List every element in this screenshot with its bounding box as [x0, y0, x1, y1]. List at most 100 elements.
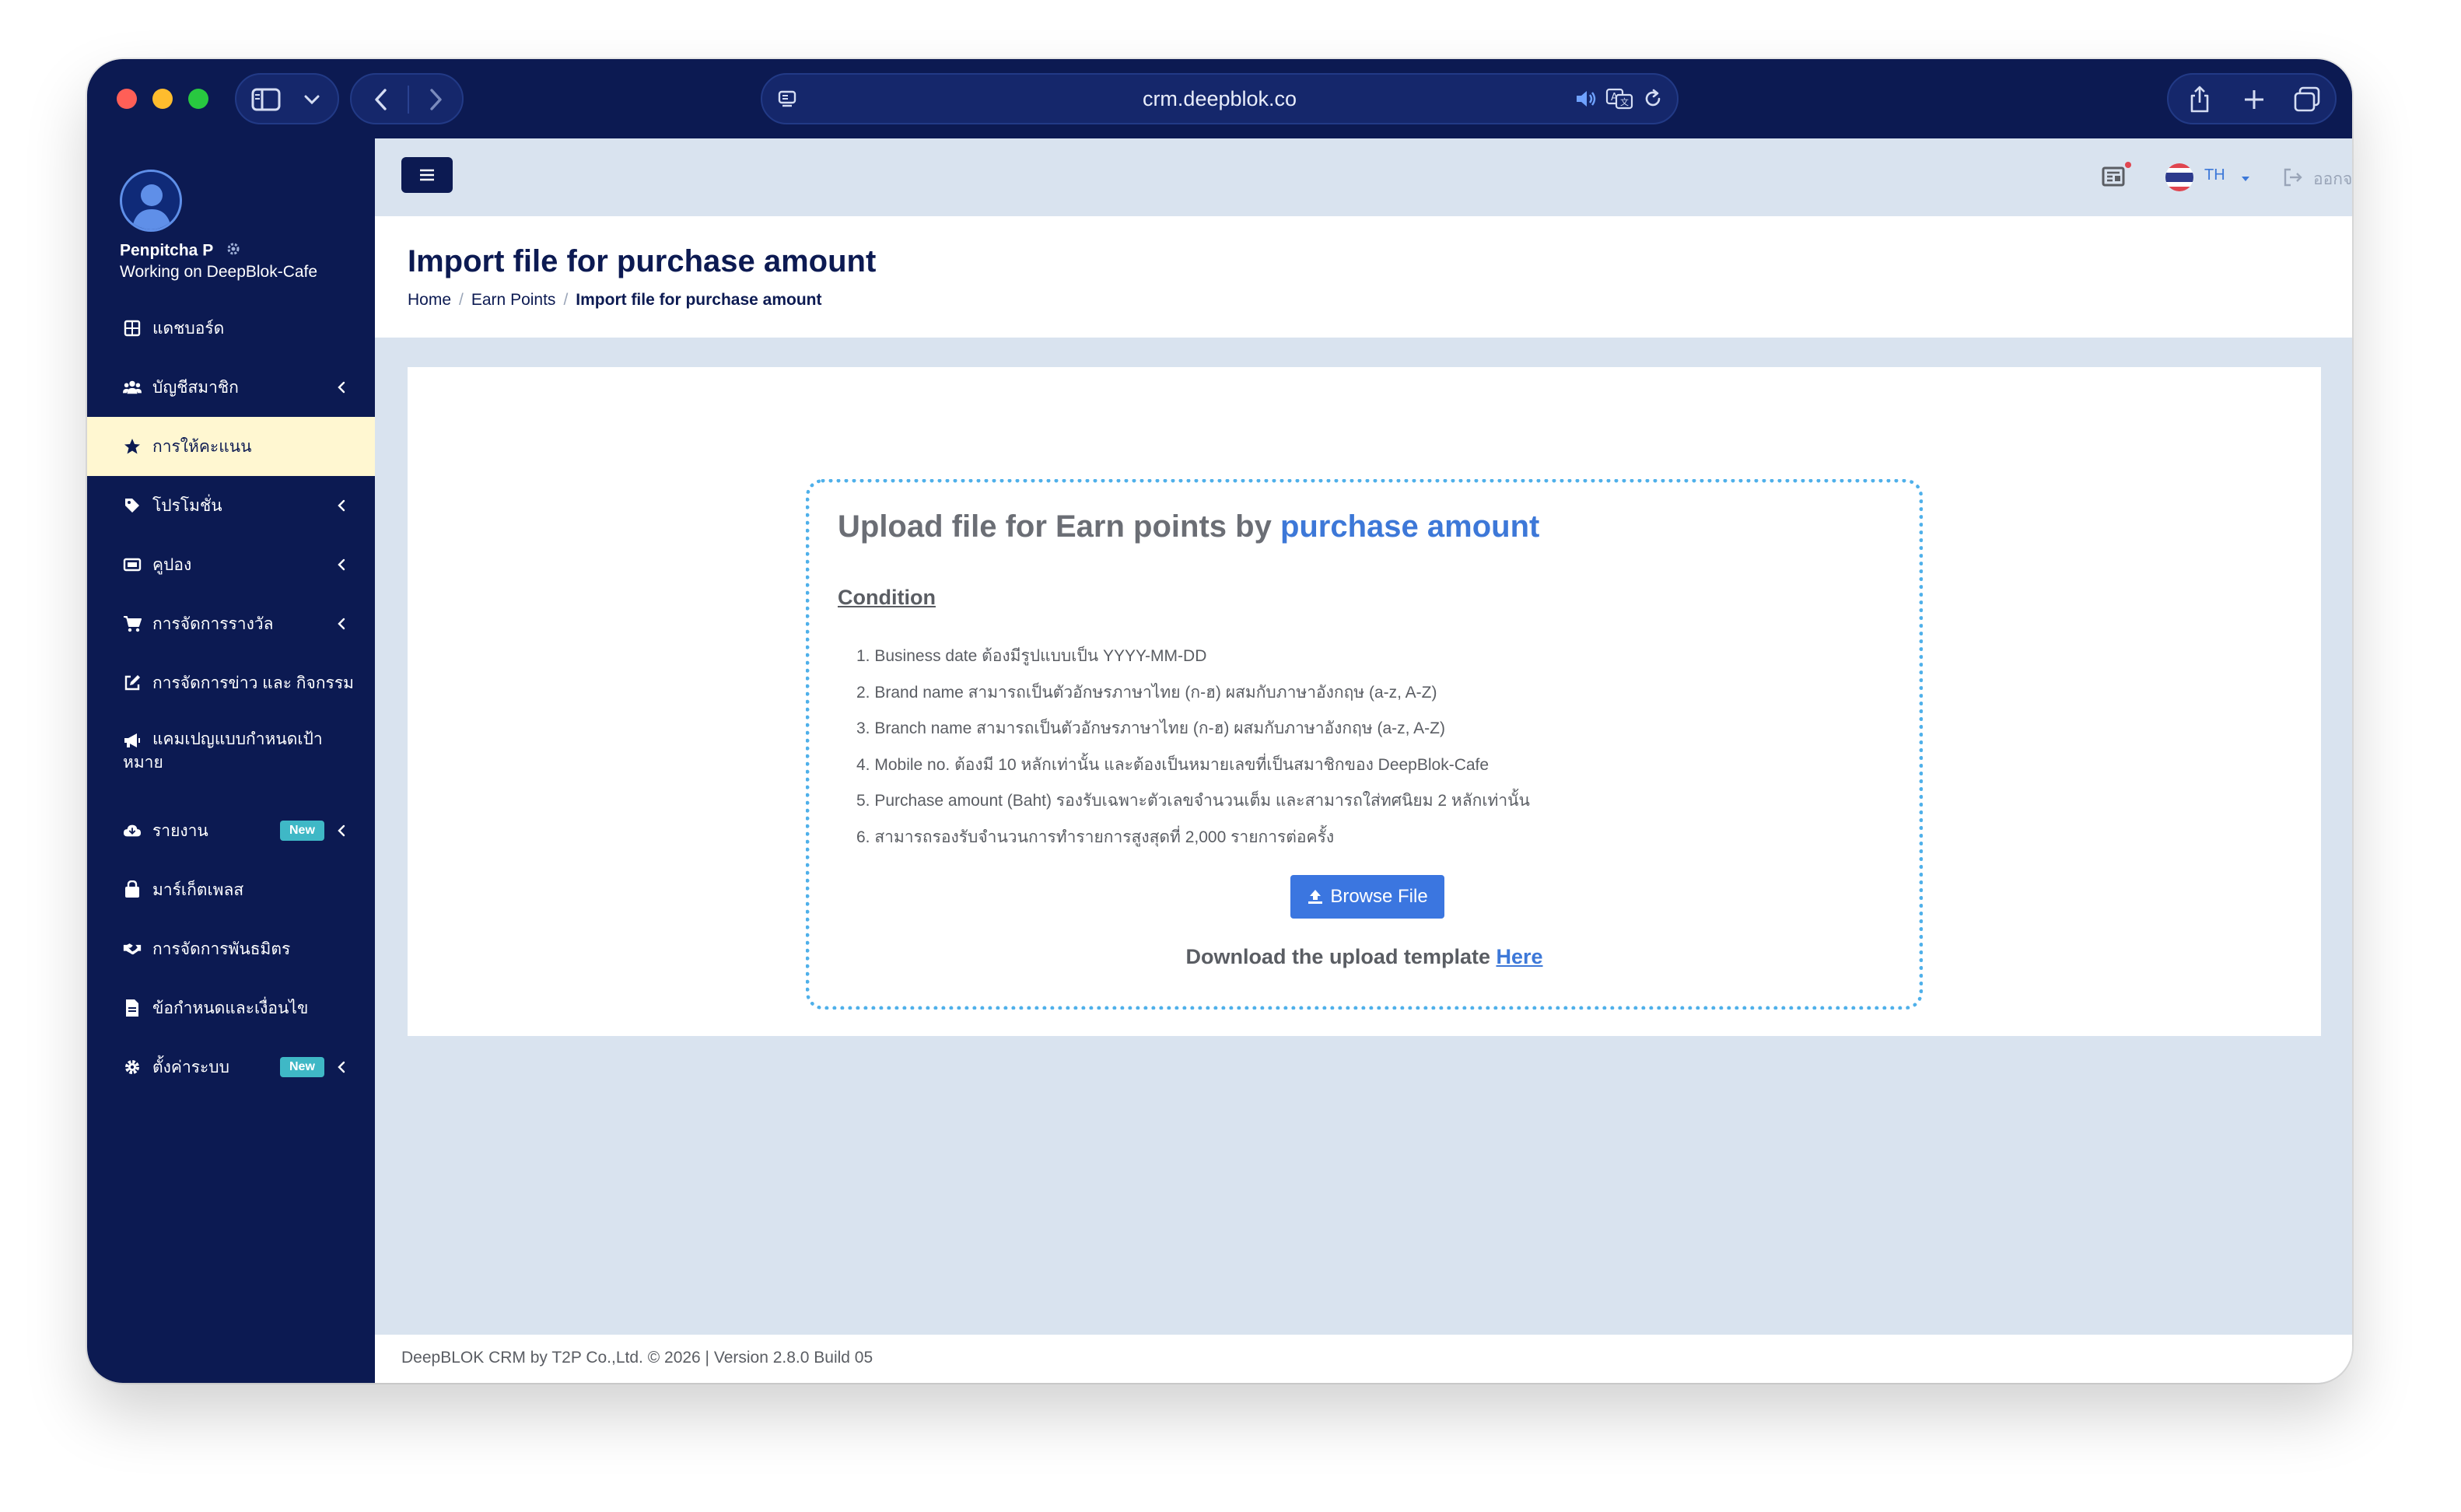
tab-overview-icon[interactable] — [2291, 84, 2323, 115]
url-text: crm.deepblok.co — [1142, 87, 1297, 110]
sidebar-item-terms-conditions[interactable]: ข้อกำหนดและเงื่อนไข — [87, 978, 375, 1038]
language-selector[interactable]: TH — [2204, 166, 2225, 184]
minimize-window-button[interactable] — [152, 89, 173, 109]
main-area: TH ออกจากระบบ Import file for purchase a… — [375, 138, 2352, 1383]
share-icon[interactable] — [2184, 84, 2215, 115]
sidebar-item-promotions[interactable]: โปรโมชั่น — [87, 476, 375, 535]
upload-title-prefix: Upload file for Earn points by — [838, 509, 1272, 544]
browser-window: crm.deepblok.co A文 Penpitcha P Working o… — [87, 59, 2352, 1383]
user-settings-gear-icon[interactable] — [226, 241, 241, 261]
edit-icon — [123, 674, 142, 692]
users-icon — [123, 378, 142, 397]
breadcrumb-separator: / — [563, 291, 569, 309]
sidebar-toggle-icon[interactable] — [250, 86, 282, 114]
avatar[interactable] — [120, 170, 182, 232]
top-navbar: TH ออกจากระบบ — [375, 138, 2352, 216]
chevron-left-icon — [334, 617, 348, 631]
breadcrumb-current: Import file for purchase amount — [576, 291, 822, 309]
back-arrow-icon[interactable] — [367, 86, 395, 114]
condition-number: 5. — [856, 792, 875, 810]
sidebar-item-reports[interactable]: รายงาน New — [87, 801, 375, 860]
cloud-download-icon — [123, 821, 142, 840]
chevron-down-icon[interactable] — [302, 90, 322, 109]
footer: DeepBLOK CRM by T2P Co.,Ltd. © 2026 | Ve… — [375, 1335, 2352, 1383]
sidebar-toggle-group — [235, 73, 339, 124]
condition-text: Business date ต้องมีรูปแบบเป็น YYYY-MM-D… — [874, 647, 1207, 665]
footer-text: DeepBLOK CRM by T2P Co.,Ltd. © 2026 | Ve… — [401, 1349, 873, 1367]
chevron-left-icon — [334, 380, 348, 394]
sidebar-item-label: แดชบอร์ด — [152, 319, 225, 338]
sidebar-item-label: รายงาน — [152, 821, 208, 840]
browser-titlebar: crm.deepblok.co A文 — [87, 59, 2352, 138]
caret-down-icon[interactable] — [2240, 173, 2251, 181]
address-bar[interactable]: crm.deepblok.co A文 — [761, 73, 1679, 124]
maximize-window-button[interactable] — [188, 89, 208, 109]
news-icon[interactable] — [2100, 162, 2131, 193]
chevron-left-icon — [334, 499, 348, 513]
window-actions-group — [2167, 73, 2337, 124]
new-tab-plus-icon[interactable] — [2239, 84, 2270, 115]
user-name-row: Penpitcha P — [120, 241, 241, 261]
ticket-icon — [123, 555, 142, 574]
sidebar-item-rewards[interactable]: การจัดการรางวัล — [87, 594, 375, 653]
sidebar-item-dashboard[interactable]: แดชบอร์ด — [87, 299, 375, 358]
sidebar-item-marketplace[interactable]: มาร์เก็ตเพลส — [87, 860, 375, 919]
condition-item: 1. Business date ต้องมีรูปแบบเป็น YYYY-M… — [856, 645, 1530, 681]
condition-number: 1. — [856, 647, 875, 665]
condition-text: Branch name สามารถเป็นตัวอักษรภาษาไทย (ก… — [874, 719, 1445, 737]
sidebar-item-label: แคมเปญแบบกำหนดเป้าหมาย — [123, 730, 323, 772]
condition-number: 4. — [856, 755, 875, 774]
page-title: Import file for purchase amount — [408, 244, 877, 278]
history-nav-group — [350, 73, 464, 124]
sidebar-item-news-activities[interactable]: การจัดการข่าว และ กิจกรรม — [87, 653, 375, 712]
nav-divider — [408, 86, 409, 114]
condition-title: Condition — [838, 586, 936, 609]
condition-number: 3. — [856, 719, 875, 737]
sidebar: Penpitcha P Working on DeepBlok-Cafe แดช… — [87, 138, 375, 1383]
logout-link[interactable]: ออกจากระบบ — [2313, 166, 2352, 192]
handshake-icon — [123, 940, 142, 958]
sidebar-item-label: ข้อกำหนดและเงื่อนไข — [152, 999, 309, 1017]
download-template-text: Download the upload template — [1185, 945, 1490, 968]
tag-icon — [123, 496, 142, 515]
browse-file-label: Browse File — [1330, 886, 1428, 907]
translate-icon[interactable]: A文 — [1605, 87, 1633, 110]
sidebar-item-label: โปรโมชั่น — [152, 496, 222, 515]
reload-icon[interactable] — [1641, 87, 1665, 110]
menu-toggle-button[interactable] — [401, 157, 453, 193]
breadcrumb-separator: / — [459, 291, 464, 309]
sidebar-item-coupons[interactable]: คูปอง — [87, 535, 375, 594]
condition-item: 6. สามารถรองรับจำนวนการทำรายการสูงสุดที่… — [856, 826, 1530, 863]
sidebar-item-label: การจัดการพันธมิตร — [152, 940, 291, 958]
close-window-button[interactable] — [117, 89, 137, 109]
condition-list: 1. Business date ต้องมีรูปแบบเป็น YYYY-M… — [856, 645, 1530, 862]
forward-arrow-icon[interactable] — [422, 86, 450, 114]
sidebar-item-label: การจัดการข่าว และ กิจกรรม — [152, 674, 354, 692]
document-icon — [123, 999, 142, 1017]
logout-icon[interactable] — [2282, 166, 2304, 188]
condition-item: 5. Purchase amount (Baht) รองรับเฉพาะตัว… — [856, 789, 1530, 826]
chevron-left-icon — [334, 1060, 348, 1074]
sidebar-item-label: การจัดการรางวัล — [152, 614, 274, 633]
browse-file-button[interactable]: Browse File — [1290, 875, 1444, 919]
sidebar-item-targeted-campaign[interactable]: แคมเปญแบบกำหนดเป้าหมาย — [87, 719, 375, 784]
breadcrumb-earn-points[interactable]: Earn Points — [471, 291, 556, 310]
condition-text: Brand name สามารถเป็นตัวอักษรภาษาไทย (ก-… — [874, 683, 1437, 702]
upload-dropzone[interactable]: Upload file for Earn points by purchase … — [806, 479, 1923, 1010]
thai-flag-icon[interactable] — [2165, 163, 2193, 191]
content-card: Upload file for Earn points by purchase … — [408, 367, 2321, 1036]
download-template-link[interactable]: Here — [1496, 945, 1542, 968]
sidebar-item-settings[interactable]: ตั้งค่าระบบ New — [87, 1038, 375, 1097]
sidebar-item-partners[interactable]: การจัดการพันธมิตร — [87, 919, 375, 978]
sidebar-item-member-accounts[interactable]: บัญชีสมาชิก — [87, 358, 375, 417]
shopping-bag-icon — [123, 880, 142, 899]
page-header: Import file for purchase amount Home / E… — [375, 216, 2352, 338]
breadcrumb-home[interactable]: Home — [408, 291, 451, 310]
speaker-icon[interactable] — [1574, 87, 1598, 110]
upload-title: Upload file for Earn points by purchase … — [838, 509, 1539, 544]
upload-title-highlight: purchase amount — [1280, 509, 1540, 544]
condition-number: 6. — [856, 828, 875, 846]
condition-text: Mobile no. ต้องมี 10 หลักเท่านั้น และต้อ… — [874, 755, 1490, 774]
condition-text: Purchase amount (Baht) รองรับเฉพาะตัวเลข… — [874, 792, 1530, 810]
sidebar-item-earn-points[interactable]: การให้คะแนน — [87, 417, 375, 476]
